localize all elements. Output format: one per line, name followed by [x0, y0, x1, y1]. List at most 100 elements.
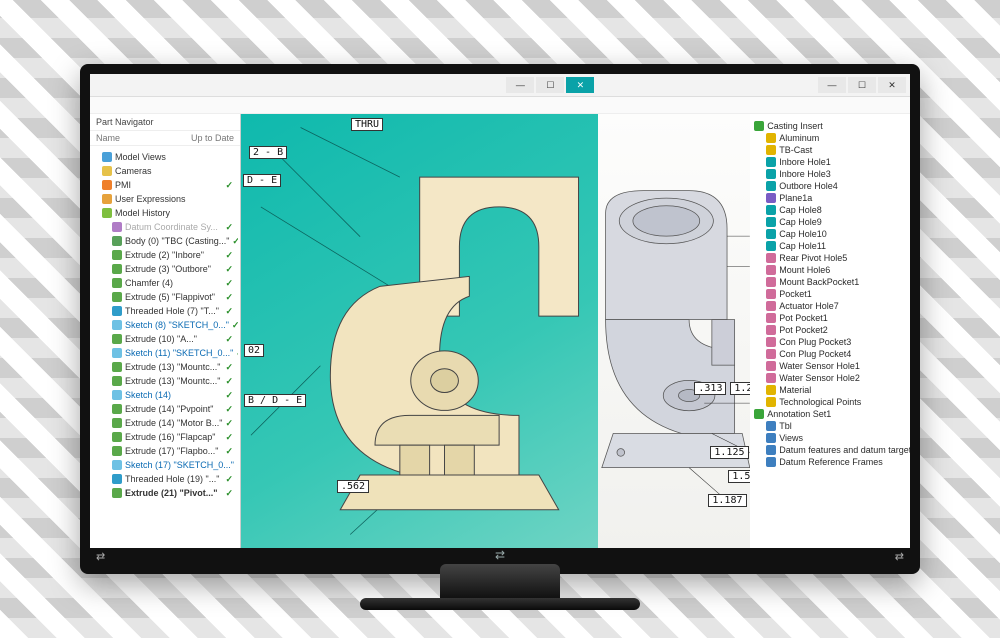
feature-icon	[112, 250, 122, 260]
feature-icon	[112, 418, 122, 428]
dim-1500: 1.500	[728, 470, 750, 483]
col-name[interactable]: Name	[96, 133, 191, 143]
feature-tree-node[interactable]: Plane1a	[754, 192, 906, 204]
tree-node[interactable]: Extrude (3) "Outbore"✓	[92, 262, 238, 276]
feature-tree-node[interactable]: Pot Pocket2	[754, 324, 906, 336]
tree-node[interactable]: Extrude (2) "Inbore"✓	[92, 248, 238, 262]
feature-tree-node[interactable]: Views	[754, 432, 906, 444]
feature-icon	[766, 421, 776, 431]
feature-tree-node[interactable]: Material	[754, 384, 906, 396]
tree-node[interactable]: User Expressions	[92, 192, 238, 206]
tree-node[interactable]: Extrude (17) "Flapbo..."✓	[92, 444, 238, 458]
tree-node[interactable]: Extrude (10) "A..."✓	[92, 332, 238, 346]
feature-tree-node[interactable]: Datum Reference Frames	[754, 456, 906, 468]
feature-tree-node[interactable]: TB-Cast	[754, 144, 906, 156]
feature-icon	[766, 241, 776, 251]
feature-tree-node[interactable]: Cap Hole10	[754, 228, 906, 240]
feature-icon	[766, 457, 776, 467]
feature-tree-node[interactable]: Rear Pivot Hole5	[754, 252, 906, 264]
feature-icon	[766, 337, 776, 347]
tree-node[interactable]: Sketch (17) "SKETCH_0..."✓	[92, 458, 238, 472]
check-icon: ✓	[225, 249, 236, 261]
tree-node[interactable]: Extrude (14) "Motor B..."✓	[92, 416, 238, 430]
right-titlebar[interactable]: — ☐ ✕	[598, 74, 910, 97]
tree-node[interactable]: Datum Coordinate Sy...✓	[92, 220, 238, 234]
dim-de: D - E	[243, 174, 281, 187]
col-uptodate[interactable]: Up to Date	[191, 133, 234, 143]
feature-tree-node[interactable]: Water Sensor Hole2	[754, 372, 906, 384]
dim-562: .562	[337, 480, 369, 493]
maximize-button[interactable]: ☐	[536, 77, 564, 93]
right-feature-tree[interactable]: Casting Insert Aluminum TB-Cast Inbore H…	[750, 114, 910, 548]
tree-node[interactable]: Extrude (5) "Flappivot"✓	[92, 290, 238, 304]
refresh-icon[interactable]: ⇄	[96, 550, 105, 563]
feature-tree-node[interactable]: Inbore Hole1	[754, 156, 906, 168]
feature-tree-node[interactable]: Actuator Hole7	[754, 300, 906, 312]
feature-label: Con Plug Pocket4	[779, 349, 851, 359]
left-viewport[interactable]: THRU 2 - B D - E 02 B / D - E .562	[241, 114, 598, 548]
feature-tree-node[interactable]: Con Plug Pocket3	[754, 336, 906, 348]
tree-node[interactable]: Sketch (14)✓	[92, 388, 238, 402]
feature-tree-node[interactable]: Cap Hole8	[754, 204, 906, 216]
navigator-tree[interactable]: Model Views Cameras PMI✓ User Expression…	[90, 146, 240, 548]
feature-tree-node[interactable]: Cap Hole11	[754, 240, 906, 252]
left-ribbon[interactable]	[90, 97, 598, 114]
feature-icon	[766, 373, 776, 383]
feature-tree-node[interactable]: Tbl	[754, 420, 906, 432]
feature-tree-node[interactable]: Outbore Hole4	[754, 180, 906, 192]
tree-node[interactable]: Extrude (21) "Pivot..."✓	[92, 486, 238, 500]
tree-node[interactable]: Threaded Hole (7) "T..."✓	[92, 304, 238, 318]
tree-node[interactable]: Extrude (14) "Pvpoint"✓	[92, 402, 238, 416]
feature-label: Material	[779, 385, 811, 395]
close-button[interactable]: ✕	[878, 77, 906, 93]
check-icon: ✓	[225, 389, 236, 401]
feature-tree-node[interactable]: Annotation Set1	[754, 408, 906, 420]
feature-tree-node[interactable]: Technological Points	[754, 396, 906, 408]
tree-node[interactable]: PMI✓	[92, 178, 238, 192]
feature-icon	[112, 334, 122, 344]
minimize-button[interactable]: —	[506, 77, 534, 93]
right-viewport[interactable]: .125 3.000 .313 1.210 1.125 1.500 1.187	[598, 114, 750, 548]
tree-node[interactable]: Extrude (16) "Flapcap"✓	[92, 430, 238, 444]
left-titlebar[interactable]: — ☐ ✕	[90, 74, 598, 97]
feature-tree-node[interactable]: Inbore Hole3	[754, 168, 906, 180]
feature-tree-node[interactable]: Mount BackPocket1	[754, 276, 906, 288]
right-ribbon[interactable]	[598, 97, 910, 114]
dim-2b: 2 - B	[249, 146, 287, 159]
feature-icon	[766, 169, 776, 179]
folder-icon	[102, 180, 112, 190]
feature-tree-node[interactable]: Mount Hole6	[754, 264, 906, 276]
tree-node[interactable]: Body (0) "TBC (Casting..."✓	[92, 234, 238, 248]
tree-node[interactable]: Sketch (11) "SKETCH_0..."✓	[92, 346, 238, 360]
maximize-button[interactable]: ☐	[848, 77, 876, 93]
right-window-controls: — ☐ ✕	[818, 77, 906, 93]
feature-icon	[766, 397, 776, 407]
close-button[interactable]: ✕	[566, 77, 594, 93]
dim-bde: B / D - E	[244, 394, 306, 407]
feature-tree-node[interactable]: Water Sensor Hole1	[754, 360, 906, 372]
feature-label: Datum Reference Frames	[779, 457, 883, 467]
tree-label: Sketch (8) "SKETCH_0..."	[125, 319, 229, 331]
tree-node[interactable]: Chamfer (4)✓	[92, 276, 238, 290]
feature-tree-node[interactable]: Con Plug Pocket4	[754, 348, 906, 360]
check-icon: ✓	[232, 319, 238, 331]
minimize-button[interactable]: —	[818, 77, 846, 93]
dim-code: 02	[244, 344, 264, 357]
feature-tree-node[interactable]: Aluminum	[754, 132, 906, 144]
navigator-header[interactable]: Name Up to Date	[90, 131, 240, 146]
feature-tree-node[interactable]: Casting Insert	[754, 120, 906, 132]
sync-icon[interactable]: ⇄	[895, 550, 904, 563]
tree-node[interactable]: Sketch (8) "SKETCH_0..."✓	[92, 318, 238, 332]
tree-node[interactable]: Extrude (13) "Mountc..."✓	[92, 360, 238, 374]
check-icon: ✓	[225, 291, 236, 303]
tree-node[interactable]: Cameras	[92, 164, 238, 178]
feature-tree-node[interactable]: Pocket1	[754, 288, 906, 300]
feature-tree-node[interactable]: Cap Hole9	[754, 216, 906, 228]
tree-node[interactable]: Model Views	[92, 150, 238, 164]
tree-node[interactable]: Model History	[92, 206, 238, 220]
feature-tree-node[interactable]: Datum features and datum targets	[754, 444, 906, 456]
tree-node[interactable]: Threaded Hole (19) "..."✓	[92, 472, 238, 486]
feature-tree-node[interactable]: Pot Pocket1	[754, 312, 906, 324]
tree-node[interactable]: Extrude (13) "Mountc..."✓	[92, 374, 238, 388]
check-icon: ✓	[225, 473, 236, 485]
